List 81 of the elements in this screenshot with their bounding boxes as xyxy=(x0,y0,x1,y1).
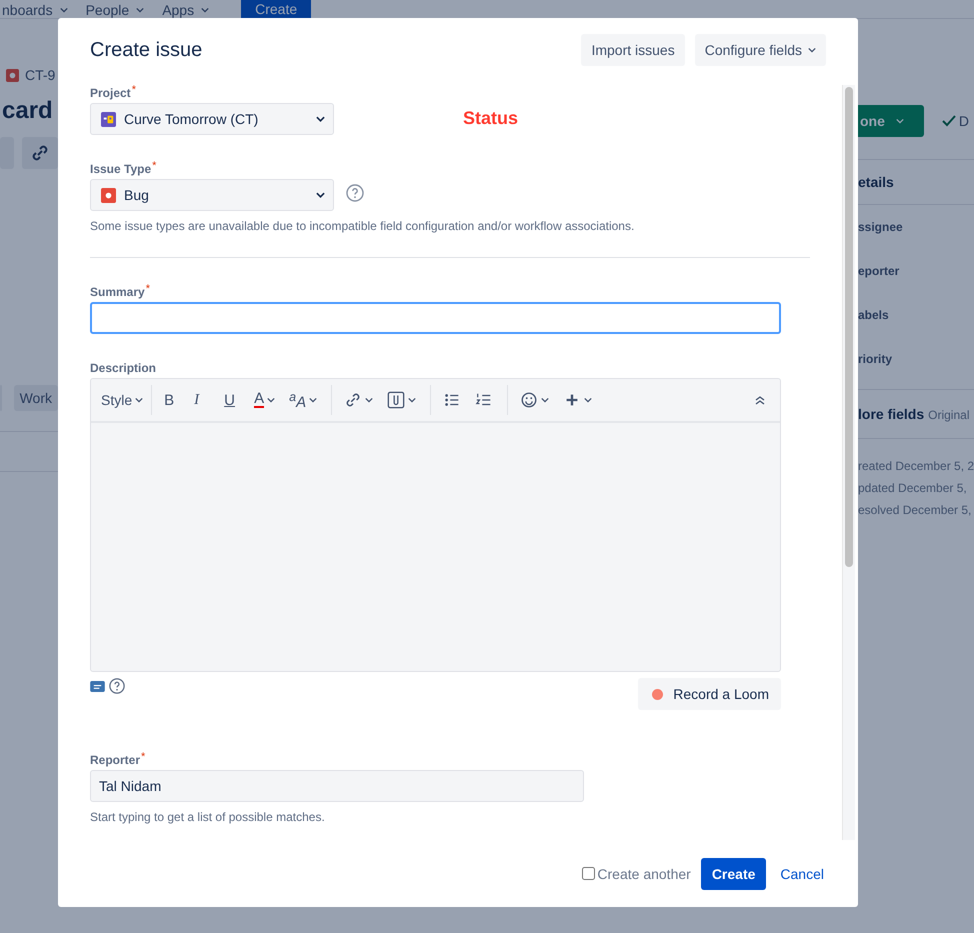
nav-menu-item[interactable]: Apps xyxy=(162,2,210,18)
date-text: reated December 5, 2 xyxy=(858,458,974,475)
paperclip-icon xyxy=(387,391,406,409)
format-button[interactable]: A xyxy=(254,392,276,408)
field-label: Issue Type xyxy=(90,161,152,177)
caret-icon xyxy=(365,397,374,403)
caret-icon xyxy=(808,47,816,53)
detail-field-label: ssignee xyxy=(858,219,904,236)
collapse-toolbar-icon[interactable] xyxy=(754,395,766,405)
link-icon xyxy=(30,143,50,163)
detail-field-label: riority xyxy=(858,351,894,368)
work-tab[interactable]: Work xyxy=(14,385,58,411)
description-editor[interactable]: Style B I U A $^{a}$A xyxy=(90,378,781,672)
required-mark: * xyxy=(152,161,156,171)
status-annotation: Status xyxy=(463,108,518,128)
attachment-button[interactable] xyxy=(387,391,416,409)
detail-field-label: eporter xyxy=(858,263,900,280)
scrollbar[interactable] xyxy=(842,85,855,840)
field-label: Reporter xyxy=(90,752,140,768)
project-icon xyxy=(101,112,116,126)
required-mark: * xyxy=(146,284,150,294)
link-chip[interactable] xyxy=(22,137,58,169)
format-button[interactable]: B xyxy=(164,392,180,408)
format-button[interactable]: U xyxy=(224,392,240,408)
date-text: pdated December 5, xyxy=(858,480,968,497)
check-icon xyxy=(942,115,956,127)
field-label: Description xyxy=(90,360,156,376)
caret-icon xyxy=(135,397,144,403)
text-mode-icon[interactable] xyxy=(90,680,105,692)
required-mark: * xyxy=(132,85,136,95)
submit-button[interactable]: Create xyxy=(700,858,766,890)
issue-type-select[interactable]: Bug xyxy=(90,179,334,211)
resolution-label: D xyxy=(958,113,970,129)
field-label: Summary xyxy=(90,284,145,300)
summary-input[interactable] xyxy=(90,302,781,334)
header-button[interactable]: Configure fields xyxy=(694,34,826,66)
caret-icon xyxy=(309,397,318,403)
help-icon[interactable] xyxy=(346,184,364,202)
field-label: Project xyxy=(90,85,131,101)
emoji-button[interactable] xyxy=(520,391,550,409)
caret-icon xyxy=(541,397,550,403)
caret-icon xyxy=(408,397,416,403)
format-button[interactable]: I xyxy=(194,392,210,408)
cancel-link[interactable]: Cancel xyxy=(776,866,824,882)
dialog-title: Create issue xyxy=(90,38,202,62)
create-button[interactable]: Create xyxy=(241,0,312,18)
caret-icon xyxy=(136,7,144,13)
bug-icon xyxy=(6,68,19,82)
field-hint: Some issue types are unavailable due to incompatible field configuration and/or workflow associations. xyxy=(90,219,636,233)
style-menu[interactable]: Style xyxy=(101,392,144,408)
record-loom-button[interactable]: Record a Loom xyxy=(638,678,781,710)
project-select[interactable]: Curve Tomorrow (CT) xyxy=(90,103,334,135)
smiley-icon xyxy=(520,391,538,409)
reporter-input[interactable]: Tal Nidam xyxy=(90,770,584,802)
chevron-down-icon xyxy=(316,116,325,122)
more-fields-heading[interactable]: lore fields xyxy=(858,406,924,422)
nav-menu-item[interactable]: People xyxy=(86,2,144,18)
nav-menu-item[interactable]: nboards xyxy=(2,2,68,18)
checkbox[interactable] xyxy=(582,867,596,880)
caret-icon xyxy=(267,397,276,403)
detail-field-label: abels xyxy=(858,307,890,324)
bullet-list-icon[interactable] xyxy=(443,391,462,409)
bug-icon xyxy=(101,188,116,202)
checkbox-label[interactable]: Create another xyxy=(597,866,691,882)
header-button[interactable]: Import issues xyxy=(581,34,685,66)
help-icon[interactable] xyxy=(109,678,125,694)
format-button[interactable]: $^{a}$A xyxy=(289,390,318,410)
more-fields-hint: Original xyxy=(928,408,970,422)
date-text: esolved December 5, xyxy=(858,502,972,519)
caret-icon xyxy=(201,7,210,13)
field-hint: Start typing to get a list of possible matches. xyxy=(90,810,326,824)
link-icon xyxy=(344,391,362,409)
caret-icon xyxy=(584,397,592,403)
caret-icon xyxy=(896,118,904,124)
chevron-down-icon xyxy=(316,192,325,198)
link-button[interactable] xyxy=(344,391,374,409)
record-dot-icon xyxy=(652,688,664,700)
issue-title: card xyxy=(2,97,54,125)
issue-key[interactable]: CT-9 xyxy=(25,67,56,83)
required-mark: * xyxy=(141,752,146,762)
caret-icon xyxy=(60,7,68,13)
